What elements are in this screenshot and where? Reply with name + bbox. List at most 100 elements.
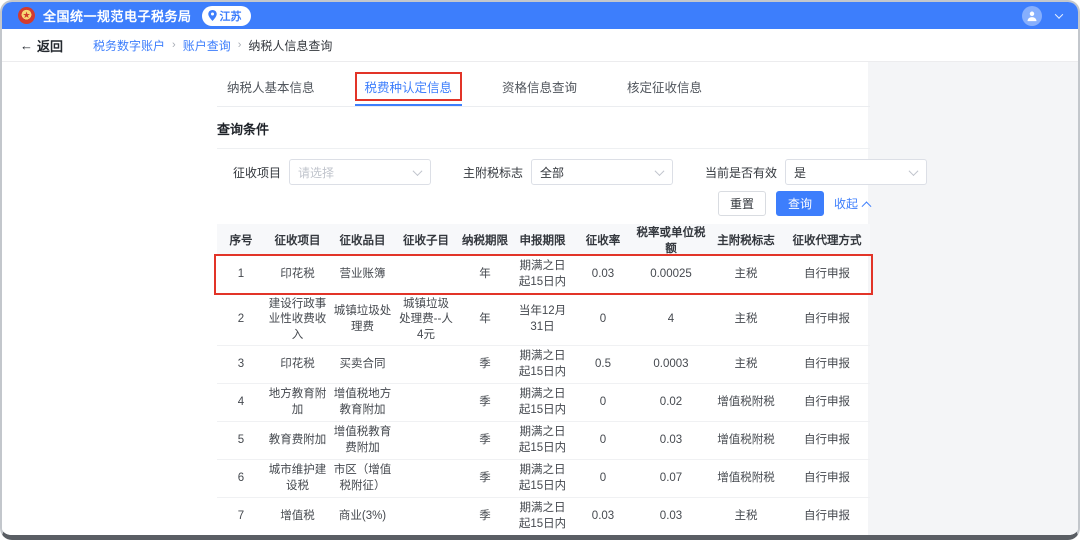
- breadcrumb: 税务数字账户 › 账户查询 › 纳税人信息查询: [93, 37, 332, 54]
- table-cell: 月: [457, 536, 513, 540]
- filter-collection-item: 征收项目 请选择: [233, 159, 431, 185]
- filter-main-additional-flag: 主附税标志 全部: [463, 159, 673, 185]
- table-cell: 0.2: [634, 536, 708, 540]
- table-cell: 印花税: [265, 346, 330, 384]
- table-cell: 0: [572, 460, 634, 498]
- table-cell: 0: [572, 294, 634, 346]
- tab-underline: [355, 104, 463, 106]
- content-area: 纳税人基本信息 税费种认定信息 资格信息查询 核定征收信息 查询条件: [2, 62, 1078, 535]
- table-cell: 0: [572, 422, 634, 460]
- table-row[interactable]: 4地方教育附加增值税地方教育附加季期满之日起15日内00.02增值税附税自行申报: [217, 384, 870, 422]
- table-cell: 主税: [708, 536, 784, 540]
- table-cell: 期满之日起15日内: [513, 536, 572, 540]
- table-cell: 主税: [708, 256, 784, 294]
- table-cell: 季: [457, 346, 513, 384]
- collection-item-select[interactable]: 请选择: [289, 159, 431, 185]
- table-cell: 自行申报: [784, 384, 870, 422]
- table-column-header: 征收率: [572, 224, 634, 256]
- chevron-down-icon[interactable]: [1055, 10, 1063, 18]
- table-cell: 期满之日起15日内: [513, 498, 572, 536]
- user-avatar-icon[interactable]: [1022, 6, 1042, 26]
- main-additional-flag-select[interactable]: 全部: [531, 159, 673, 185]
- table-cell: 地方教育附加: [265, 384, 330, 422]
- table-cell: 3: [217, 346, 265, 384]
- top-header-bar: ★ 全国统一规范电子税务局 江苏: [2, 2, 1078, 29]
- breadcrumb-separator: ›: [172, 39, 176, 51]
- table-cell: 教育费附加: [265, 422, 330, 460]
- filter-label: 当前是否有效: [705, 164, 777, 181]
- table-row[interactable]: 2建设行政事业性收费收入城镇垃圾处理费城镇垃圾处理费--人4元年当年12月31日…: [217, 294, 870, 346]
- table-cell: 自行申报: [784, 498, 870, 536]
- table-cell: [395, 422, 457, 460]
- search-button[interactable]: 查询: [776, 191, 824, 216]
- table-cell: 增值税: [265, 498, 330, 536]
- table-cell: [395, 384, 457, 422]
- table-body: 1印花税营业账簿年期满之日起15日内0.030.00025主税自行申报2建设行政…: [217, 256, 870, 540]
- table-cell: 主税: [708, 498, 784, 536]
- table-row[interactable]: 3印花税买卖合同季期满之日起15日内0.50.0003主税自行申报: [217, 346, 870, 384]
- national-emblem-icon: ★: [18, 7, 35, 24]
- table-cell: 0.03: [634, 422, 708, 460]
- table-cell: 2: [217, 294, 265, 346]
- table-row[interactable]: 7增值税商业(3%)季期满之日起15日内0.030.03主税自行申报: [217, 498, 870, 536]
- back-button[interactable]: ← 返回: [20, 36, 63, 55]
- table-cell: 增值税附税: [708, 460, 784, 498]
- table-cell: 8: [217, 536, 265, 540]
- table-cell: 城市维护建设税: [265, 460, 330, 498]
- tab-assessed-collection-info[interactable]: 核定征收信息: [617, 72, 712, 106]
- table-cell: 增值税地方教育附加: [330, 384, 395, 422]
- table-cell: 年: [457, 294, 513, 346]
- table-column-header: 征收品目: [330, 224, 395, 256]
- collapse-label: 收起: [834, 195, 858, 212]
- table-cell: 代扣代缴: [784, 536, 870, 540]
- currently-valid-select[interactable]: 是: [785, 159, 927, 185]
- filter-label: 主附税标志: [463, 164, 523, 181]
- table-column-header: 申报期限: [513, 224, 572, 256]
- select-value: 是: [794, 164, 806, 181]
- tab-tax-type-determination[interactable]: 税费种认定信息: [355, 72, 463, 106]
- table-header: 序号征收项目征收品目征收子目纳税期限申报期限征收率税率或单位税额主附税标志征收代…: [217, 224, 870, 256]
- query-section-title: 查询条件: [217, 119, 870, 138]
- table-cell: 年: [457, 256, 513, 294]
- table-cell: [395, 256, 457, 294]
- table-cell: 增值税附税: [708, 422, 784, 460]
- right-gray-panel: [868, 62, 1078, 535]
- table-cell: 0.03: [572, 498, 634, 536]
- table-row[interactable]: 8个人所得税工资薪金所得月期满之日起15日内00.2主税代扣代缴: [217, 536, 870, 540]
- back-arrow-icon: ←: [20, 38, 33, 53]
- table-cell: 季: [457, 422, 513, 460]
- tab-underline: [492, 104, 587, 106]
- filter-currently-valid: 当前是否有效 是: [705, 159, 927, 185]
- table-cell: 印花税: [265, 256, 330, 294]
- table-column-header: 主附税标志: [708, 224, 784, 256]
- breadcrumb-item[interactable]: 账户查询: [183, 37, 231, 54]
- table-cell: 自行申报: [784, 422, 870, 460]
- table-column-header: 征收代理方式: [784, 224, 870, 256]
- table-cell: 0.0003: [634, 346, 708, 384]
- table-cell: 季: [457, 498, 513, 536]
- table-row[interactable]: 5教育费附加增值税教育费附加季期满之日起15日内00.03增值税附税自行申报: [217, 422, 870, 460]
- region-badge-label: 江苏: [220, 8, 242, 24]
- breadcrumb-item[interactable]: 税务数字账户: [93, 37, 165, 54]
- table-cell: 自行申报: [784, 460, 870, 498]
- table-cell: 期满之日起15日内: [513, 346, 572, 384]
- table-column-header: 序号: [217, 224, 265, 256]
- table-row[interactable]: 1印花税营业账簿年期满之日起15日内0.030.00025主税自行申报: [217, 256, 870, 294]
- table-cell: 建设行政事业性收费收入: [265, 294, 330, 346]
- region-badge[interactable]: 江苏: [202, 6, 251, 26]
- tab-taxpayer-basic-info[interactable]: 纳税人基本信息: [217, 72, 325, 106]
- reset-button[interactable]: 重置: [718, 191, 766, 216]
- results-table: 序号征收项目征收品目征收子目纳税期限申报期限征收率税率或单位税额主附税标志征收代…: [217, 224, 870, 540]
- tab-label: 核定征收信息: [617, 72, 712, 101]
- table-cell: 0.07: [634, 460, 708, 498]
- tab-qualification-info[interactable]: 资格信息查询: [492, 72, 587, 106]
- table-cell: 期满之日起15日内: [513, 384, 572, 422]
- table-cell: 个人所得税: [265, 536, 330, 540]
- collapse-toggle[interactable]: 收起: [834, 195, 870, 212]
- table-column-header: 纳税期限: [457, 224, 513, 256]
- tab-label: 纳税人基本信息: [217, 72, 325, 101]
- tab-label-annotated: 税费种认定信息: [355, 72, 463, 101]
- table-cell: [395, 460, 457, 498]
- chevron-down-icon: [413, 166, 423, 176]
- table-row[interactable]: 6城市维护建设税市区（增值税附征）季期满之日起15日内00.07增值税附税自行申…: [217, 460, 870, 498]
